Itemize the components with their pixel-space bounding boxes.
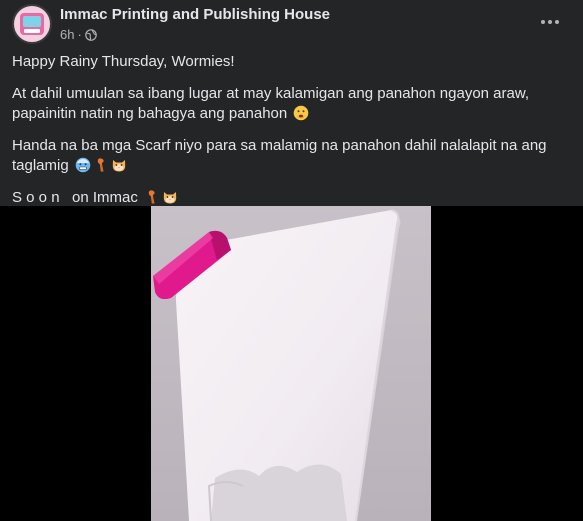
scarf-emoji [148, 190, 155, 204]
scarf-emoji [97, 158, 104, 172]
greeting-line: Happy Rainy Thursday, Wormies! [12, 53, 235, 70]
post-meta: 6h · [60, 27, 97, 42]
paragraph-2: Handa na ba mga Scarf niyo para sa malam… [12, 137, 547, 174]
meta-separator: · [77, 27, 82, 42]
cat-face-emoji [112, 160, 126, 172]
video-still [151, 206, 431, 521]
paragraph-1: At dahil umuulan sa ibang lugar at may k… [12, 85, 530, 122]
more-horizontal-icon [541, 20, 545, 24]
post-header: Immac Printing and Publishing House 6h · [0, 0, 583, 48]
post-time-link[interactable]: 6h [60, 27, 74, 42]
cat-face-emoji [163, 192, 177, 204]
facebook-post: Immac Printing and Publishing House 6h ·… [0, 0, 583, 521]
page-avatar[interactable] [12, 4, 52, 44]
post-text: Happy Rainy Thursday, Wormies! At dahil … [12, 52, 572, 208]
video-frame[interactable] [151, 206, 431, 521]
page-name-link[interactable]: Immac Printing and Publishing House [60, 6, 330, 23]
cold-face-emoji [75, 157, 91, 173]
face-with-hand-over-mouth-emoji [294, 105, 309, 121]
soon-line: S o o n on Immac [12, 188, 572, 208]
post-video[interactable] [0, 206, 583, 521]
globe-icon[interactable] [85, 28, 97, 41]
more-options-button[interactable] [535, 10, 565, 34]
